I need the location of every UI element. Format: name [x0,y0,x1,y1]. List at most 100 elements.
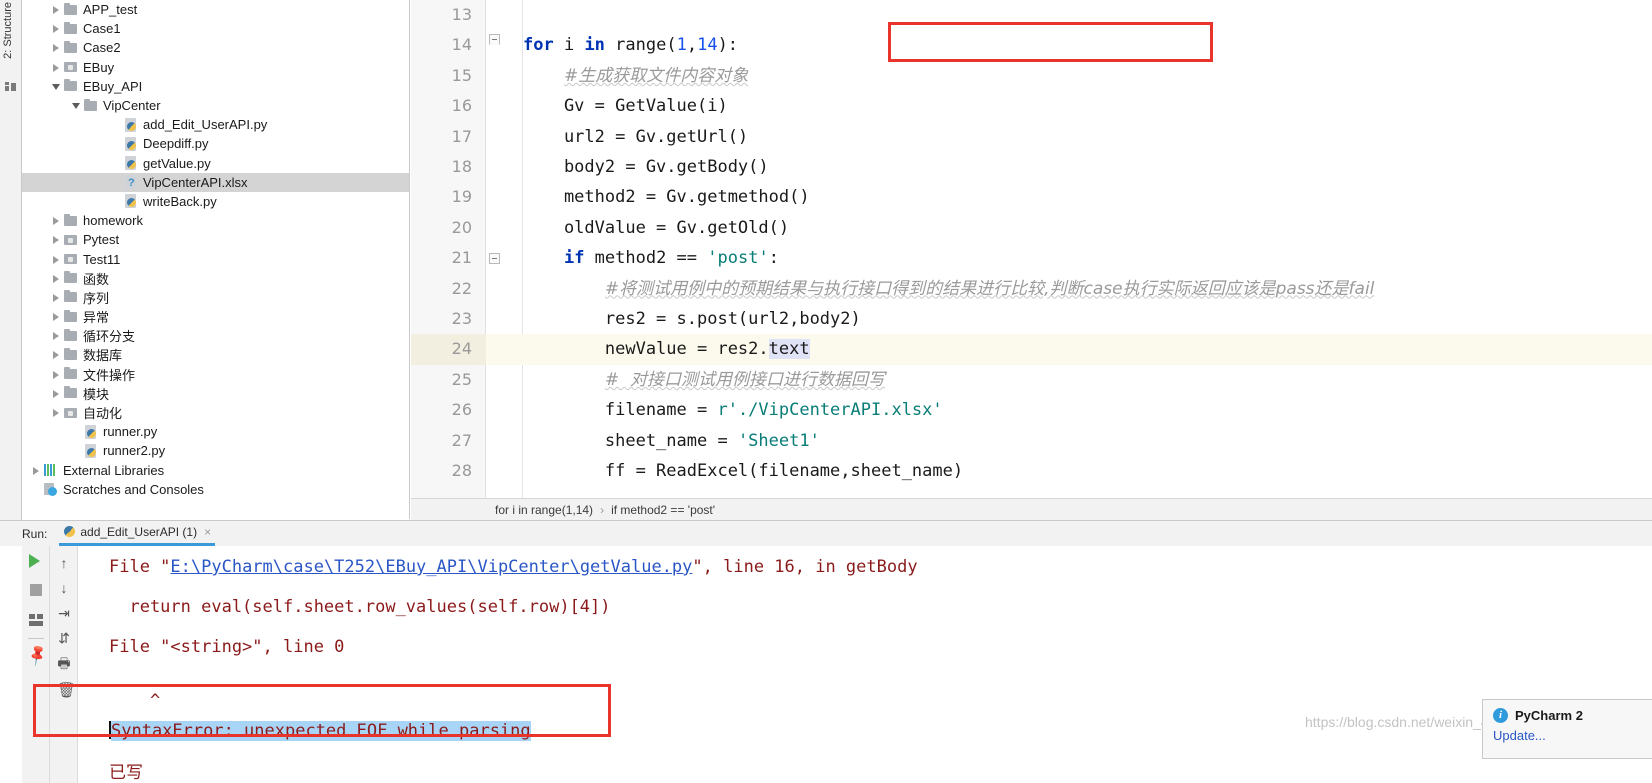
chevron-right-icon[interactable] [50,406,63,419]
tree-item-label: Case1 [83,21,121,37]
code-text: method2 = Gv.getmethod() [523,187,810,208]
tree-item-writeback-py[interactable]: writeBack.py [22,192,409,211]
console-file-link[interactable]: E:\PyCharm\case\T252\EBuy_API\VipCenter\… [170,557,692,577]
chevron-right-icon[interactable] [50,368,63,381]
soft-wrap-icon[interactable]: ⇥ [55,604,73,622]
tree-item-runner-py[interactable]: runner.py [22,422,409,441]
rerun-icon[interactable] [29,554,40,568]
line-number: 16 [451,96,472,116]
breadcrumb-item-1[interactable]: if method2 == 'post' [611,503,715,517]
run-tool-window: Run: add_Edit_UserAPI (1) × 📌 ↑ ↓ ⇥ ⇵ 🖶 … [0,520,1652,783]
code-line-28[interactable]: 28 ff = ReadExcel(filename,sheet_name) [411,456,1652,486]
chevron-right-icon[interactable] [50,61,63,74]
tree-item-add-edit-userapi-py[interactable]: add_Edit_UserAPI.py [22,115,409,134]
close-icon[interactable]: × [204,525,211,539]
fold-marker-line21[interactable] [489,253,500,264]
code-line-17[interactable]: 17 url2 = Gv.getUrl() [411,122,1652,152]
chevron-right-icon[interactable] [50,22,63,35]
code-line-19[interactable]: 19 method2 = Gv.getmethod() [411,182,1652,212]
scroll-down-icon[interactable]: ↓ [55,579,73,597]
chevron-down-icon[interactable] [70,99,83,112]
project-tree-panel[interactable]: APP_test Case1 Case2 EBuy EBuy_API VipCenter a… [22,0,410,519]
tree-item-[interactable]: 异常 [22,307,409,326]
print-icon[interactable]: 🖶 [55,654,73,672]
tree-item-[interactable]: 文件操作 [22,365,409,384]
code-line-22[interactable]: 22 #将测试用例中的预期结果与执行接口得到的结果进行比较,判断case执行实际… [411,274,1652,304]
chevron-right-icon[interactable] [50,253,63,266]
scroll-to-end-icon[interactable]: ⇵ [55,629,73,647]
code-line-23[interactable]: 23 res2 = s.post(url2,body2) [411,304,1652,334]
notification-update-link[interactable]: Update... [1493,728,1651,743]
tree-item-ebuy[interactable]: EBuy [22,58,409,77]
tree-item-case1[interactable]: Case1 [22,19,409,38]
chevron-right-icon[interactable] [50,233,63,246]
chevron-right-icon[interactable] [50,348,63,361]
pin-icon[interactable]: 📌 [25,642,50,668]
code-editor[interactable]: 13 14 for i in range(1,14): 15 #生成获取文件内容对象 1… [411,0,1652,498]
code-line-16[interactable]: 16 Gv = GetValue(i) [411,91,1652,121]
tree-item-[interactable]: 循环分支 [22,326,409,345]
tree-item-app-test[interactable]: APP_test [22,0,409,19]
code-line-13[interactable]: 13 [411,0,1652,30]
tree-item-[interactable]: 函数 [22,269,409,288]
tree-item-homework[interactable]: homework [22,211,409,230]
code-line-24[interactable]: 24 newValue = res2.text [411,334,1652,365]
chevron-down-icon[interactable] [50,80,63,93]
code-text: Gv = GetValue(i) [523,96,728,117]
tree-item-vipcenterapi-xlsx[interactable]: VipCenterAPI.xlsx [22,172,409,192]
layout-settings-icon[interactable] [29,614,43,626]
tree-item-runner2-py[interactable]: runner2.py [22,441,409,460]
tree-item-case2[interactable]: Case2 [22,38,409,57]
grid-icon[interactable] [5,80,17,92]
console-line-caret: ^ [109,691,161,711]
tree-item-[interactable]: 数据库 [22,345,409,364]
code-line-15[interactable]: 15 #生成获取文件内容对象 [411,61,1652,91]
code-line-20[interactable]: 20 oldValue = Gv.getOld() [411,213,1652,243]
console-output[interactable]: File "E:\PyCharm\case\T252\EBuy_API\VipC… [79,546,1652,783]
stop-icon[interactable] [30,584,42,596]
code-line-26[interactable]: 26 filename = r'./VipCenterAPI.xlsx' [411,395,1652,425]
update-notification[interactable]: i PyCharm 2 Update... [1482,699,1652,759]
chevron-right-icon[interactable] [50,272,63,285]
chevron-right-icon[interactable] [50,387,63,400]
tree-item-[interactable]: 模块 [22,384,409,403]
chevron-right-icon[interactable] [50,310,63,323]
code-text: oldValue = Gv.getOld() [523,217,790,238]
run-toolbar-secondary: ↑ ↓ ⇥ ⇵ 🖶 🗑 [50,546,78,783]
tree-item-[interactable]: 自动化 [22,403,409,422]
tree-item-external-libraries[interactable]: External Libraries [22,461,409,480]
chevron-right-icon[interactable] [50,214,63,227]
code-line-25[interactable]: 25 # 对接口测试用例接口进行数据回写 [411,365,1652,395]
code-line-21[interactable]: 21 if method2 == 'post': [411,243,1652,273]
code-line-14[interactable]: 14 for i in range(1,14): [411,30,1652,60]
console-line-string-file: File "<string>", line 0 [109,637,345,657]
tree-item-[interactable]: 序列 [22,288,409,307]
trash-icon[interactable]: 🗑 [57,681,76,699]
chevron-right-icon[interactable] [50,329,63,342]
chevron-right-icon[interactable] [50,3,63,16]
tree-item-test11[interactable]: Test11 [22,249,409,268]
fold-marker-line14[interactable] [489,34,500,45]
tree-item-pytest[interactable]: Pytest [22,230,409,249]
tree-item-label: APP_test [83,2,138,18]
tree-item-vipcenter[interactable]: VipCenter [22,96,409,115]
chevron-right-icon[interactable] [30,464,43,477]
chevron-right-icon[interactable] [50,41,63,54]
code-line-27[interactable]: 27 sheet_name = 'Sheet1' [411,426,1652,456]
run-tab-active[interactable]: add_Edit_UserAPI (1) × [59,521,216,546]
breadcrumb[interactable]: for i in range(1,14) › if method2 == 'po… [411,498,1652,520]
chevron-right-icon: › [600,502,605,517]
tree-item-deepdiff-py[interactable]: Deepdiff.py [22,134,409,153]
scroll-up-icon[interactable]: ↑ [55,554,73,572]
sidebar-tab-structure[interactable]: 2: Structure [2,2,14,59]
code-line-18[interactable]: 18 body2 = Gv.getBody() [411,152,1652,182]
chevron-right-icon[interactable] [50,291,63,304]
line-number: 15 [451,65,472,85]
source-folder-icon [63,406,79,420]
tree-item-getvalue-py[interactable]: getValue.py [22,154,409,173]
tree-item-ebuy-api[interactable]: EBuy_API [22,77,409,96]
tree-item-scratches-and-consoles[interactable]: Scratches and Consoles [22,480,409,499]
breadcrumb-item-0[interactable]: for i in range(1,14) [495,503,593,517]
code-text: for i in range(1,14): [523,35,739,56]
